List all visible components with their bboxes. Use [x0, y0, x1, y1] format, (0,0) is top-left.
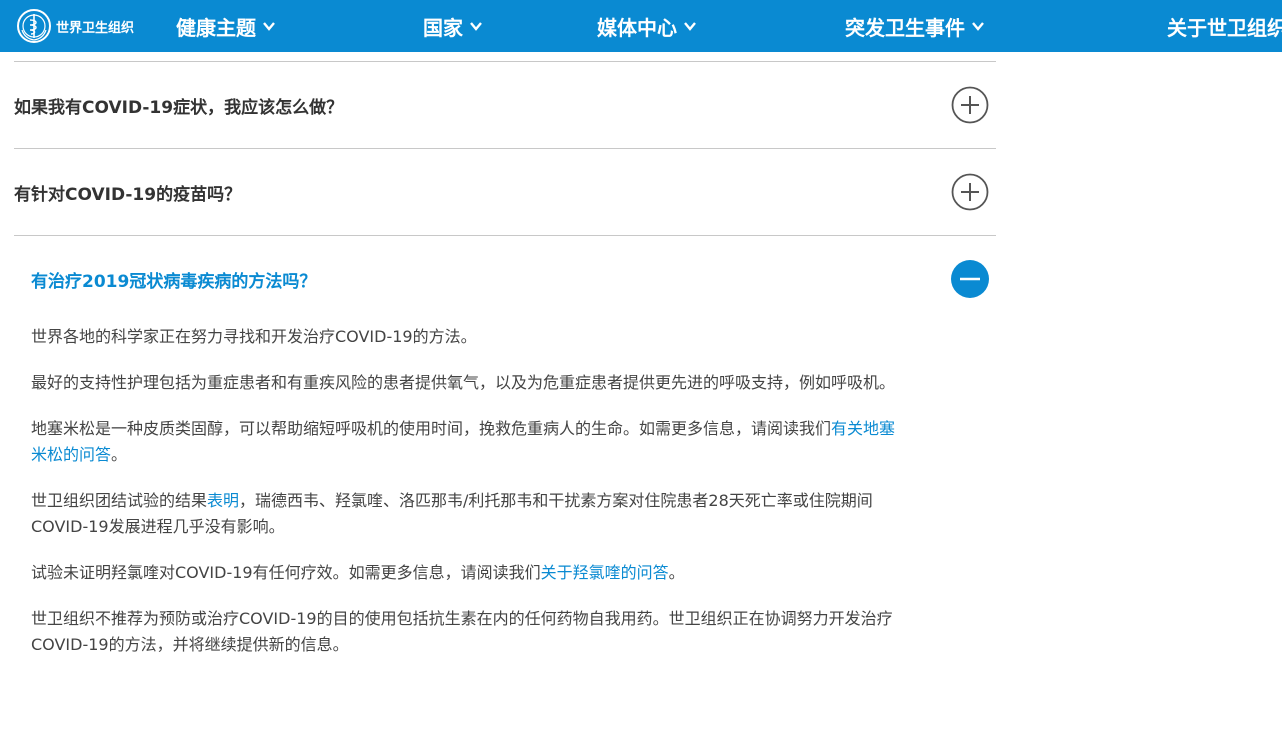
paragraph-text: 。 — [111, 445, 128, 464]
nav-media-centre[interactable]: 媒体中心 — [597, 0, 697, 52]
nav-emergencies[interactable]: 突发卫生事件 — [845, 0, 985, 52]
paragraph-text: 试验未证明羟氯喹对COVID-19有任何疗效。如需更多信息，请阅读我们 — [31, 563, 541, 582]
chevron-down-icon — [263, 22, 275, 31]
who-emblem-icon — [17, 9, 51, 43]
nav-about-who[interactable]: 关于世卫组织 — [1167, 0, 1282, 52]
faq-item-symptoms[interactable]: 如果我有COVID-19症状，我应该怎么做？ — [14, 62, 996, 149]
faq-answer: 世界各地的科学家正在努力寻找和开发治疗COVID-19的方法。 最好的支持性护理… — [14, 324, 901, 658]
chevron-down-icon — [684, 22, 696, 31]
answer-paragraph: 最好的支持性护理包括为重症患者和有重疾风险的患者提供氧气，以及为危重症患者提供更… — [31, 373, 896, 392]
answer-paragraph: 世卫组织不推荐为预防或治疗COVID-19的目的使用包括抗生素在内的任何药物自我… — [31, 609, 893, 654]
nav-label: 国家 — [423, 15, 463, 40]
plus-circle-icon[interactable] — [951, 173, 989, 211]
nav-health-topics[interactable]: 健康主题 — [176, 0, 276, 52]
chevron-down-icon — [470, 22, 482, 31]
solidarity-results-link[interactable]: 表明 — [207, 491, 239, 510]
faq-list: 如果我有COVID-19症状，我应该怎么做？ 有针对COVID-19的疫苗吗？ … — [14, 52, 996, 678]
faq-question: 有针对COVID-19的疫苗吗？ — [14, 184, 242, 205]
answer-paragraph: 地塞米松是一种皮质类固醇，可以帮助缩短呼吸机的使用时间，挽救危重病人的生命。如需… — [31, 416, 901, 468]
nav-label: 突发卫生事件 — [845, 15, 965, 40]
nav-countries[interactable]: 国家 — [423, 0, 483, 52]
nav-label: 关于世卫组织 — [1167, 15, 1282, 40]
answer-paragraph: 世界各地的科学家正在努力寻找和开发治疗COVID-19的方法。 — [31, 327, 477, 346]
faq-item-vaccine[interactable]: 有针对COVID-19的疫苗吗？ — [14, 149, 996, 236]
answer-paragraph: 世卫组织团结试验的结果表明，瑞德西韦、羟氯喹、洛匹那韦/利托那韦和干扰素方案对住… — [31, 488, 901, 540]
plus-circle-icon[interactable] — [951, 86, 989, 124]
faq-item-treatment-header[interactable]: 有治疗2019冠状病毒疾病的方法吗？ — [14, 236, 996, 322]
nav-label: 媒体中心 — [597, 15, 677, 40]
faq-question-expanded: 有治疗2019冠状病毒疾病的方法吗？ — [31, 271, 317, 292]
paragraph-text: 地塞米松是一种皮质类固醇，可以帮助缩短呼吸机的使用时间，挽救危重病人的生命。如需… — [31, 419, 832, 438]
top-navigation-bar: 世界卫生组织 健康主题 国家 媒体中心 突发卫生事件 关于世卫组织 — [0, 0, 1282, 52]
minus-circle-icon[interactable] — [951, 260, 989, 298]
chevron-down-icon — [972, 22, 984, 31]
logo-text: 世界卫生组织 — [56, 20, 135, 36]
who-logo[interactable]: 世界卫生组织 — [16, 7, 134, 45]
nav-label: 健康主题 — [176, 15, 256, 40]
hydroxychloroquine-qa-link[interactable]: 关于羟氯喹的问答 — [541, 563, 669, 582]
paragraph-text: 。 — [668, 563, 685, 582]
answer-paragraph: 试验未证明羟氯喹对COVID-19有任何疗效。如需更多信息，请阅读我们关于羟氯喹… — [31, 560, 901, 586]
faq-question: 如果我有COVID-19症状，我应该怎么做？ — [14, 97, 344, 118]
paragraph-text: 世卫组织团结试验的结果 — [31, 491, 208, 510]
